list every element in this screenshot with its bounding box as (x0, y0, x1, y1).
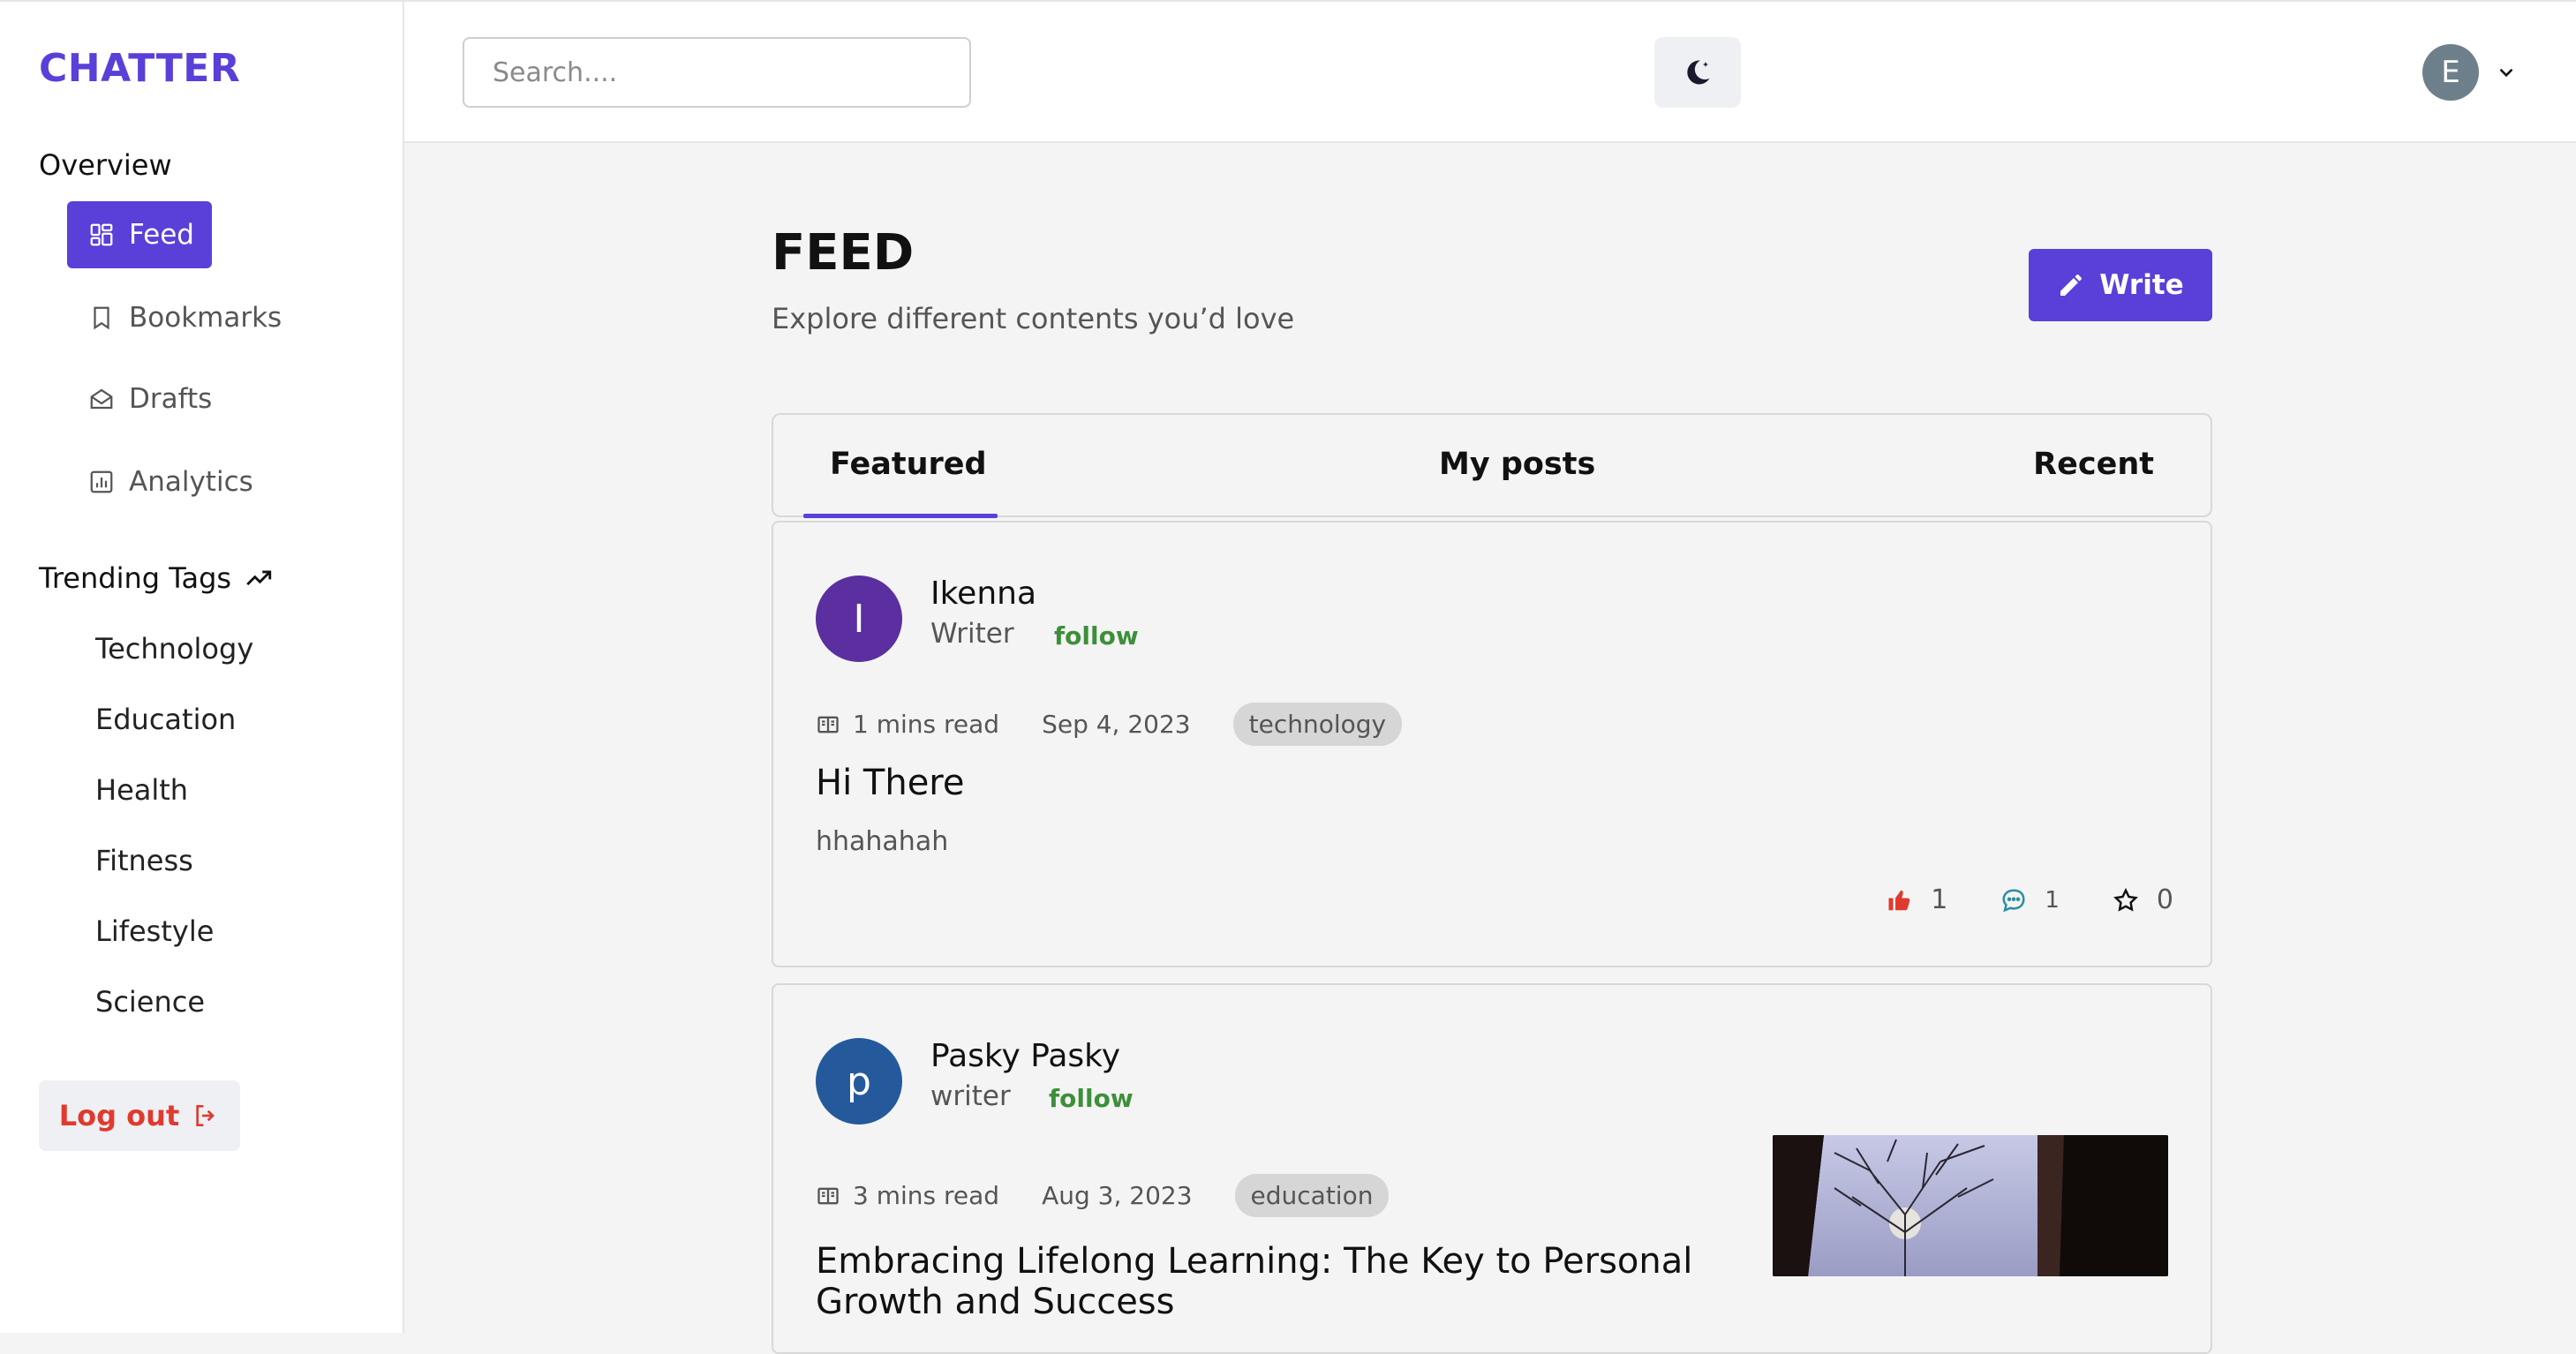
star-icon (2113, 887, 2139, 914)
post-title[interactable]: Embracing Lifelong Learning: The Key to … (816, 1241, 1692, 1322)
post-card[interactable]: I Ikenna Writer follow 1 mins read Sep 4… (772, 521, 2212, 967)
top-bar: E (404, 0, 2576, 143)
author-role: Writer (930, 618, 1014, 650)
sidebar-item-analytics[interactable]: Analytics (67, 448, 275, 515)
bookmark-button[interactable]: 0 (2113, 884, 2173, 915)
user-menu[interactable]: E (2422, 44, 2518, 101)
comment-button[interactable]: 1 (2000, 887, 2060, 914)
follow-button[interactable]: follow (1054, 621, 1139, 651)
feed-tabs: Featured My posts Recent (772, 413, 2212, 518)
bookmark-count: 0 (2156, 884, 2173, 915)
tab-featured[interactable]: Featured (830, 447, 987, 482)
thumbs-up-icon (1887, 887, 1913, 914)
moon-icon (1682, 56, 1714, 88)
read-time: 1 mins read (853, 710, 1000, 739)
post-tag[interactable]: technology (1232, 703, 1403, 746)
post-date: Aug 3, 2023 (1042, 1181, 1193, 1210)
author-name[interactable]: Ikenna (930, 575, 1036, 612)
sidebar: CHATTER Overview Feed Bookmarks Drafts A… (0, 0, 404, 1333)
book-icon (816, 1184, 853, 1208)
post-meta: 3 mins read Aug 3, 2023 education (816, 1174, 1390, 1217)
active-tab-indicator (803, 514, 998, 518)
page-subtitle: Explore different contents you’d love (772, 302, 1295, 335)
logout-button[interactable]: Log out (39, 1080, 240, 1151)
author-name[interactable]: Pasky Pasky (930, 1038, 1120, 1074)
bookmark-icon (88, 305, 115, 331)
trending-tag-fitness[interactable]: Fitness (95, 844, 193, 877)
post-title-line: Growth and Success (816, 1282, 1175, 1322)
sidebar-item-feed[interactable]: Feed (67, 201, 212, 268)
tab-my-posts[interactable]: My posts (1439, 447, 1595, 482)
write-button[interactable]: Write (2029, 249, 2212, 321)
sidebar-item-bookmarks[interactable]: Bookmarks (67, 284, 303, 351)
sidebar-item-drafts[interactable]: Drafts (67, 365, 233, 433)
like-count: 1 (1931, 884, 1948, 915)
follow-button[interactable]: follow (1049, 1084, 1134, 1113)
tab-recent[interactable]: Recent (2033, 447, 2154, 482)
post-excerpt: hhahahah (816, 826, 949, 857)
search-input[interactable] (463, 37, 971, 108)
trending-tag-science[interactable]: Science (95, 985, 205, 1019)
app-logo[interactable]: CHATTER (39, 46, 240, 91)
sidebar-item-label: Analytics (129, 466, 253, 498)
book-icon (816, 712, 853, 737)
post-date: Sep 4, 2023 (1042, 710, 1191, 739)
feed-icon (88, 222, 115, 248)
post-tag[interactable]: education (1234, 1174, 1390, 1217)
sidebar-item-label: Feed (129, 219, 194, 251)
page-title: FEED (772, 224, 915, 282)
overview-heading: Overview (39, 148, 172, 182)
trending-tag-health[interactable]: Health (95, 773, 188, 807)
theme-toggle-button[interactable] (1654, 37, 1741, 108)
pencil-icon (2057, 271, 2085, 299)
write-label: Write (2099, 269, 2184, 301)
drafts-icon (88, 386, 115, 412)
author-avatar[interactable]: p (816, 1038, 902, 1125)
logout-icon (192, 1102, 220, 1130)
trending-up-icon (244, 563, 274, 593)
trending-tags-label: Trending Tags (39, 561, 232, 595)
post-meta: 1 mins read Sep 4, 2023 technology (816, 703, 1403, 746)
comment-icon (2000, 887, 2027, 914)
avatar: E (2422, 44, 2479, 101)
read-time: 3 mins read (853, 1181, 1000, 1210)
post-title-line: Embracing Lifelong Learning: The Key to … (816, 1241, 1693, 1282)
sidebar-item-label: Bookmarks (129, 302, 282, 334)
comment-count: 1 (2045, 886, 2060, 914)
sidebar-item-label: Drafts (129, 383, 213, 415)
author-role: writer (930, 1080, 1011, 1112)
post-stats: 1 1 0 (1834, 884, 2173, 915)
post-title[interactable]: Hi There (816, 763, 964, 803)
analytics-icon (88, 469, 115, 495)
trending-tags-heading: Trending Tags (39, 561, 274, 595)
trending-tag-education[interactable]: Education (95, 703, 236, 736)
trending-tag-technology[interactable]: Technology (95, 632, 253, 666)
like-button[interactable]: 1 (1887, 884, 1947, 915)
chevron-down-icon (2495, 61, 2518, 84)
trending-tag-lifestyle[interactable]: Lifestyle (95, 914, 214, 948)
post-cover-image[interactable] (1773, 1135, 2168, 1276)
logout-label: Log out (58, 1099, 180, 1132)
author-avatar[interactable]: I (816, 575, 902, 662)
post-card[interactable]: p Pasky Pasky writer follow 3 mins read … (772, 983, 2212, 1354)
